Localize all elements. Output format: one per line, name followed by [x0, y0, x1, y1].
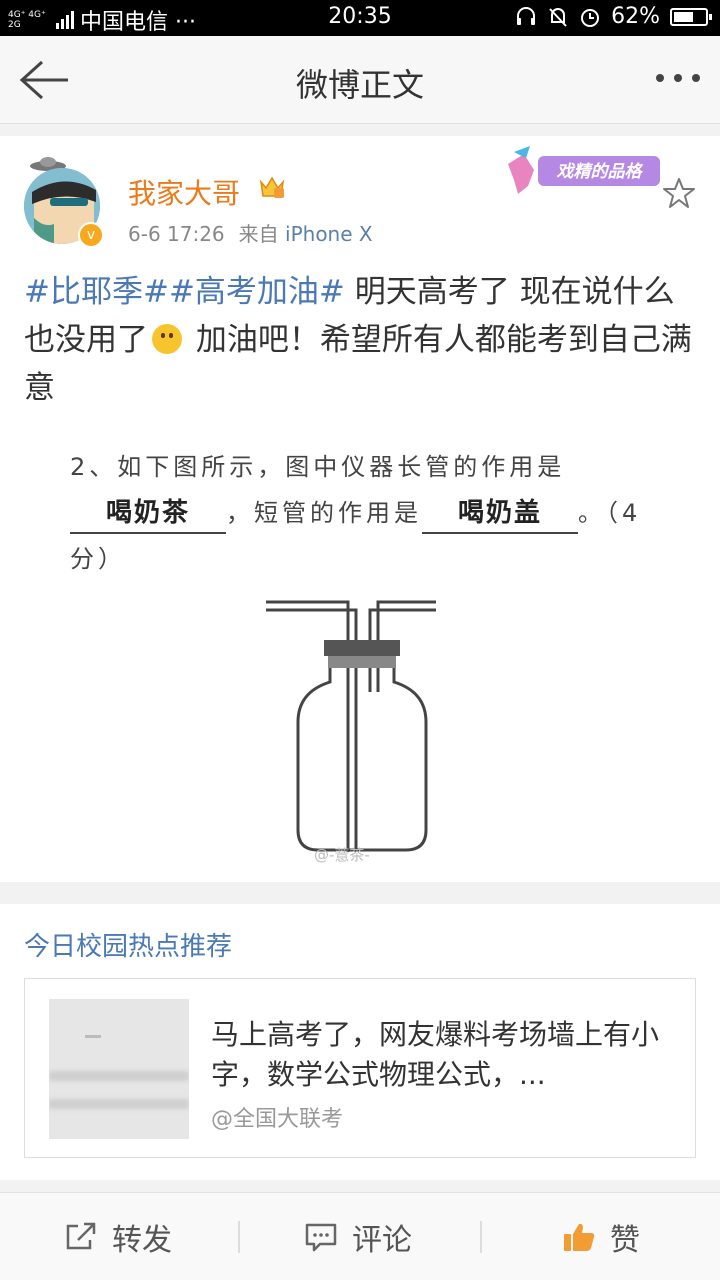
battery-icon: [670, 7, 712, 26]
verified-badge-icon: v: [78, 222, 104, 248]
post-meta: 6-6 17:26 来自 iPhone X: [128, 218, 373, 247]
question-line1: 2、如下图所示，图中仪器长管的作用是: [70, 453, 566, 481]
comment-button[interactable]: 评论: [304, 1193, 412, 1280]
username[interactable]: 我家大哥: [128, 172, 240, 212]
like-button[interactable]: 赞: [562, 1193, 640, 1280]
answer-1: 喝奶茶: [70, 494, 226, 534]
action-bar: 转发 评论 赞: [0, 1192, 720, 1280]
favorite-star-icon[interactable]: [662, 176, 696, 210]
repost-icon: [66, 1222, 96, 1250]
more-icon[interactable]: [656, 74, 700, 82]
source-prefix: 来自: [238, 222, 279, 246]
comment-label: 评论: [352, 1223, 412, 1258]
repost-label: 转发: [112, 1223, 172, 1258]
status-bar: 4G⁺ 4G⁺ 2G 中国电信 ··· 20:35 62%: [0, 0, 720, 36]
device-link[interactable]: iPhone X: [285, 222, 373, 246]
avatar[interactable]: v: [24, 156, 104, 248]
post-text: #比耶季##高考加油# 明天高考了 现在说什么也没用了 加油吧！希望所有人都能考…: [24, 268, 696, 412]
divider: [238, 1221, 240, 1253]
recommend-title: 今日校园热点推荐: [24, 932, 233, 962]
post-image[interactable]: 2、如下图所示，图中仪器长管的作用是 喝奶茶 ，短管的作用是 喝奶盖 。（4分） @-…: [56, 434, 664, 874]
vip-crown-icon[interactable]: [258, 174, 286, 200]
recommend-card[interactable]: 马上高考了，网友爆料考场墙上有小字，数学公式物理公式，... @全国大联考: [24, 978, 696, 1158]
mute-bell-icon: [549, 7, 567, 27]
weibo-post: v 我家大哥 6-6 17:26 来自 iPhone X 戏精的品格 #比耶季##…: [0, 136, 720, 882]
answer-2: 喝奶盖: [422, 494, 578, 534]
headset-icon: [517, 6, 536, 25]
recommend-section: 今日校园热点推荐 马上高考了，网友爆料考场墙上有小字，数学公式物理公式，... …: [0, 904, 720, 1180]
deco-badge-icon: 戏精的品格: [508, 146, 660, 194]
recommend-source: @全国大联考: [211, 1107, 344, 1132]
recommend-thumbnail: [49, 999, 189, 1139]
page-title: 微博正文: [295, 66, 424, 104]
question-mid: ，短管的作用是: [226, 499, 422, 527]
comment-icon: [305, 1223, 337, 1252]
nav-bar: 微博正文: [0, 36, 720, 124]
deco-badge-text: 戏精的品格: [557, 162, 644, 182]
image-watermark: @-薏茶-: [314, 846, 370, 864]
thumbs-up-icon: [564, 1223, 595, 1251]
hashtag-link[interactable]: #比耶季##高考加油#: [24, 274, 345, 310]
divider: [480, 1221, 482, 1253]
post-date: 6-6 17:26: [128, 222, 225, 246]
alarm-icon: [581, 8, 600, 27]
exam-question: 2、如下图所示，图中仪器长管的作用是 喝奶茶 ，短管的作用是 喝奶盖 。（4分）: [70, 444, 650, 582]
recommend-headline: 马上高考了，网友爆料考场墙上有小字，数学公式物理公式，...: [211, 1018, 660, 1091]
smile-emoji-icon: [152, 324, 182, 354]
gas-bottle-illustration: [266, 600, 436, 852]
repost-button[interactable]: 转发: [64, 1193, 172, 1280]
like-label: 赞: [610, 1223, 640, 1258]
battery-percent: 62%: [611, 4, 660, 29]
